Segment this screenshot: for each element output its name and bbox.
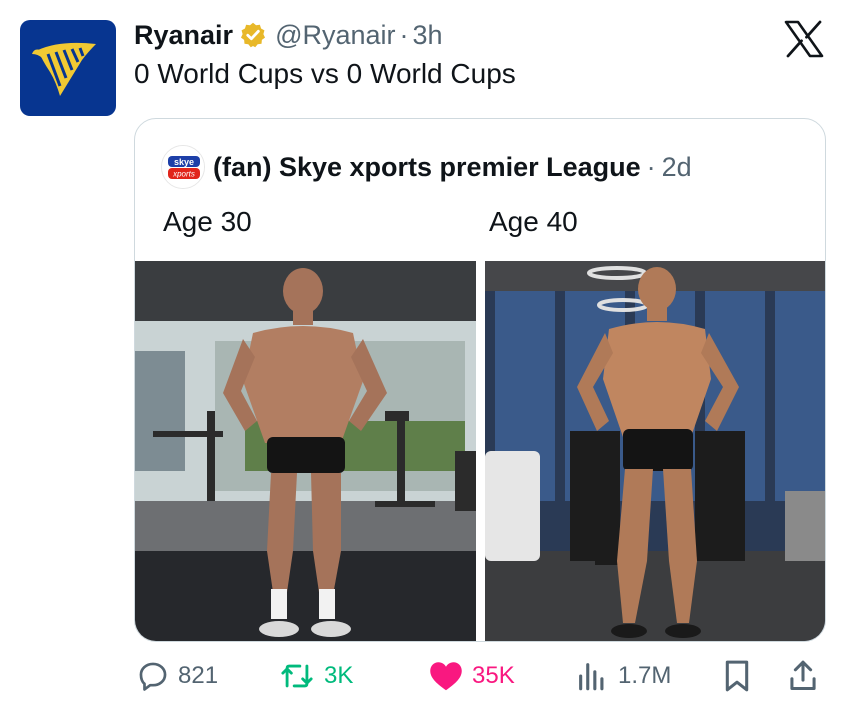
share-button[interactable]	[786, 652, 828, 700]
quoted-author-avatar[interactable]: skye xports	[161, 145, 205, 189]
repost-button[interactable]: 3K	[278, 652, 353, 700]
author-name[interactable]: Ryanair	[134, 20, 233, 51]
heart-icon	[430, 662, 462, 691]
photo-age-30[interactable]	[135, 261, 476, 641]
verified-badge-icon	[241, 22, 266, 48]
x-logo-icon[interactable]	[784, 20, 824, 58]
photo-age-40[interactable]	[485, 261, 825, 641]
reply-button[interactable]: 821	[136, 652, 218, 700]
views-icon	[579, 663, 604, 691]
tweet-timestamp[interactable]: 3h	[413, 20, 443, 51]
bookmark-icon	[725, 660, 749, 692]
tweet-text: 0 World Cups vs 0 World Cups	[134, 58, 516, 89]
share-icon	[790, 660, 816, 690]
quoted-timestamp[interactable]: 2d	[662, 152, 692, 183]
reply-icon	[139, 662, 167, 691]
repost-count: 3K	[324, 662, 354, 689]
quoted-author-name[interactable]: (fan) Skye xports premier League	[213, 152, 641, 183]
quoted-tweet-card[interactable]: skye xports (fan) Skye xports premier Le…	[134, 118, 826, 642]
author-handle[interactable]: @Ryanair	[275, 20, 395, 51]
quoted-separator-dot: ·	[646, 151, 656, 182]
previous-tweet-clip	[0, 0, 846, 8]
repost-icon	[281, 664, 313, 688]
quoted-avatar-text-top: skye	[174, 157, 194, 167]
views-button[interactable]: 1.7M	[574, 652, 671, 700]
tweet-actions: 821 3K 35K 1.7M	[0, 652, 846, 700]
like-count: 35K	[472, 662, 515, 689]
ryanair-avatar[interactable]	[20, 20, 116, 116]
tweet-header: Ryanair @Ryanair · 3h	[134, 18, 443, 52]
right-caption: Age 40	[489, 206, 578, 237]
views-count: 1.7M	[618, 662, 672, 689]
left-caption: Age 30	[163, 206, 252, 237]
ryanair-harp-logo-icon	[32, 42, 96, 96]
quoted-avatar-text-bottom: xports	[172, 170, 195, 179]
separator-dot: ·	[399, 19, 409, 50]
bookmark-button[interactable]	[720, 652, 762, 700]
reply-count: 821	[178, 662, 219, 689]
quoted-tweet-header: skye xports (fan) Skye xports premier Le…	[161, 145, 692, 189]
like-button[interactable]: 35K	[428, 652, 515, 700]
